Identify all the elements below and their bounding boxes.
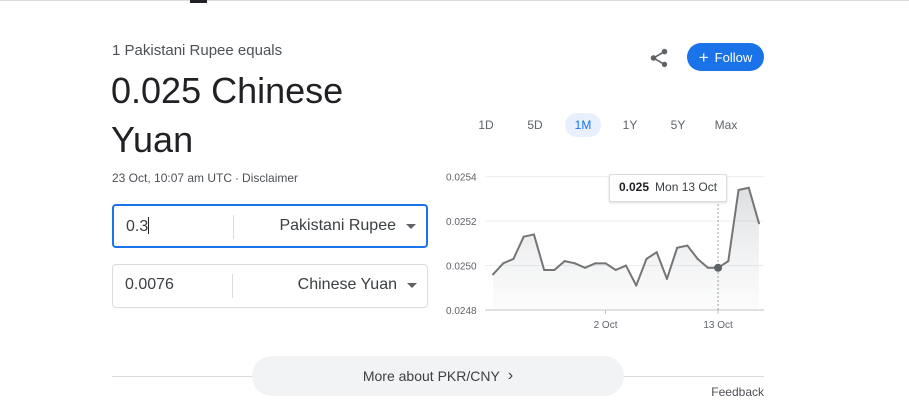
range-tabs: 1D 5D 1M 1Y 5Y Max [467,113,745,137]
section-divider [112,376,257,377]
conversion-result: 0.025 Chinese Yuan [111,70,344,160]
field-divider [232,274,233,298]
x-tick-label: 13 Oct [703,320,733,331]
plus-icon: + [698,47,709,67]
timestamp-line: 23 Oct, 10:07 am UTC · Disclaimer [112,171,298,185]
tooltip-value: 0.025 [619,180,650,194]
more-about-label: More about PKR/CNY [362,368,500,384]
active-tab-indicator [190,0,207,3]
tab-5d[interactable]: 5D [515,113,555,137]
timestamp: 23 Oct, 10:07 am UTC [112,171,233,185]
share-icon [650,48,668,68]
from-currency-select[interactable]: Pakistani Rupee [279,217,396,235]
feedback-link[interactable]: Feedback [711,385,764,399]
x-tick-label: 2 Oct [594,320,618,331]
to-amount-input[interactable]: 0.0076 [125,276,174,294]
conversion-subtitle: 1 Pakistani Rupee equals [112,42,283,59]
tab-1d[interactable]: 1D [467,113,505,137]
separator: · [235,171,240,185]
y-tick-label: 0.0252 [446,217,477,228]
chart-tooltip: 0.025 Mon 13 Oct [609,174,728,202]
from-amount-input[interactable]: 0.3 [126,217,150,236]
chevron-right-icon: › [507,367,514,384]
area-fill [493,187,759,310]
tab-max[interactable]: Max [707,113,745,137]
text-caret [148,217,150,234]
y-tick-label: 0.0254 [446,173,477,184]
follow-label: Follow [714,49,753,65]
more-about-button[interactable]: More about PKR/CNY › [252,356,624,396]
chevron-down-icon[interactable] [406,224,416,229]
tab-1y[interactable]: 1Y [611,113,649,137]
tab-1m[interactable]: 1M [565,113,601,137]
y-tick-label: 0.0248 [446,306,477,317]
follow-button[interactable]: + Follow [687,43,764,71]
tooltip-date: Mon 13 Oct [655,180,718,194]
hover-point [714,263,723,272]
from-amount-box[interactable]: 0.3 Pakistani Rupee [112,204,428,248]
to-amount-box[interactable]: 0.0076 Chinese Yuan [112,264,428,308]
share-button[interactable] [645,44,673,72]
top-divider [0,0,909,1]
to-currency-select[interactable]: Chinese Yuan [298,276,397,294]
tab-5y[interactable]: 5Y [659,113,697,137]
section-divider [620,376,764,377]
y-tick-label: 0.0250 [446,262,477,273]
disclaimer-link[interactable]: Disclaimer [242,171,298,185]
chevron-down-icon[interactable] [407,283,417,288]
field-divider [233,215,234,239]
